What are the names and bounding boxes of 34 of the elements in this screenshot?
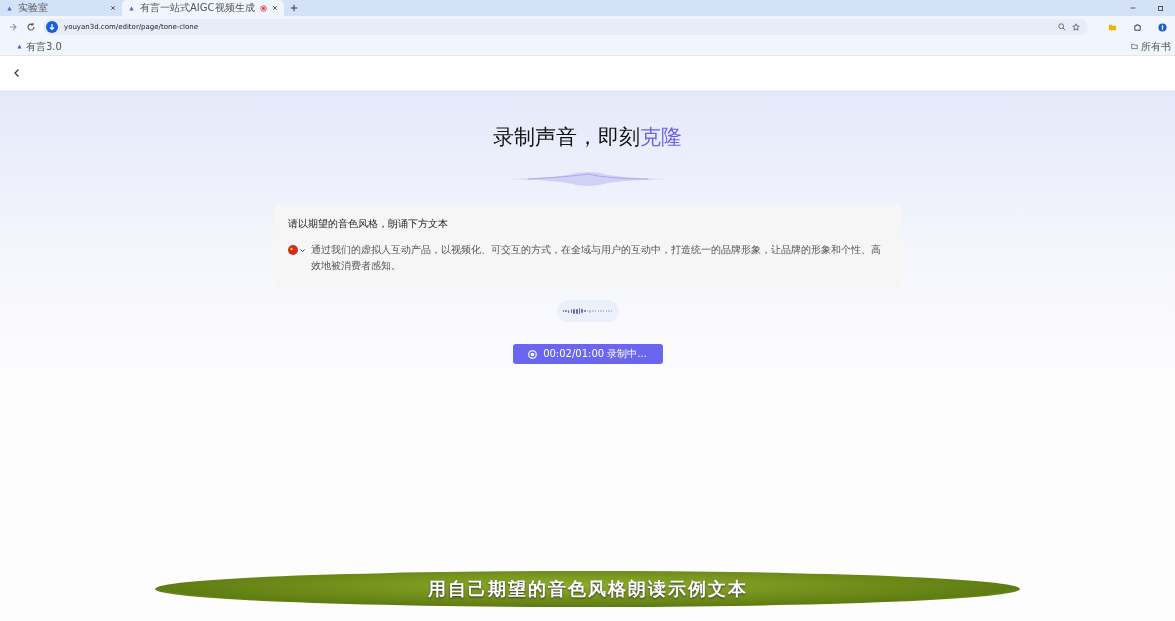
caption-banner: 用自己期望的音色风格朗读示例文本 — [155, 571, 1020, 607]
close-icon[interactable] — [271, 5, 278, 11]
zoom-icon — [1058, 23, 1066, 31]
browser-tab[interactable]: 有言一站式AIGC视频生成 — [122, 0, 284, 16]
star-icon — [1072, 23, 1080, 31]
site-logo-icon — [6, 4, 13, 12]
flag-icon — [287, 245, 298, 255]
script-text: 通过我们的虚拟人互动产品，以视频化、可交互的方式，在全域与用户的互动中，打造统一的品牌形象，让品牌的形象和个性、高效地被消费者感知。 — [310, 243, 882, 273]
browser-tab[interactable]: 实验室 — [0, 0, 122, 16]
new-tab-icon[interactable] — [289, 4, 298, 12]
bookmark-label: 所有书 — [1141, 39, 1171, 54]
record-button[interactable]: 00:02/01:00 录制中... — [512, 344, 663, 364]
audio-waveform — [556, 300, 619, 322]
reload-icon[interactable] — [26, 22, 36, 32]
site-logo-icon — [128, 4, 135, 12]
extensions-icon[interactable] — [1133, 22, 1142, 32]
close-icon[interactable] — [110, 5, 116, 11]
all-bookmarks-item[interactable]: 所有书 — [1131, 39, 1171, 54]
forward-icon[interactable] — [8, 22, 18, 32]
prompt-text: 请以期望的音色风格，朗诵下方文本 — [287, 217, 449, 231]
download-icon — [46, 21, 58, 33]
profile-icon[interactable] — [1158, 22, 1167, 32]
back-icon[interactable] — [12, 68, 22, 78]
tab-title: 实验室 — [18, 1, 49, 15]
caret-icon — [298, 246, 306, 254]
folder-icon — [1131, 43, 1138, 50]
site-logo-icon — [16, 43, 23, 50]
bookmark-label: 有言3.0 — [26, 39, 62, 54]
bookmark-item[interactable]: 有言3.0 — [16, 39, 62, 54]
record-icon — [528, 349, 538, 359]
restore-icon[interactable] — [1157, 4, 1165, 12]
page-title: 录制声音，即刻克隆 — [493, 124, 682, 151]
tab-title: 有言一站式AIGC视频生成 — [140, 1, 255, 15]
language-selector[interactable] — [287, 242, 306, 258]
